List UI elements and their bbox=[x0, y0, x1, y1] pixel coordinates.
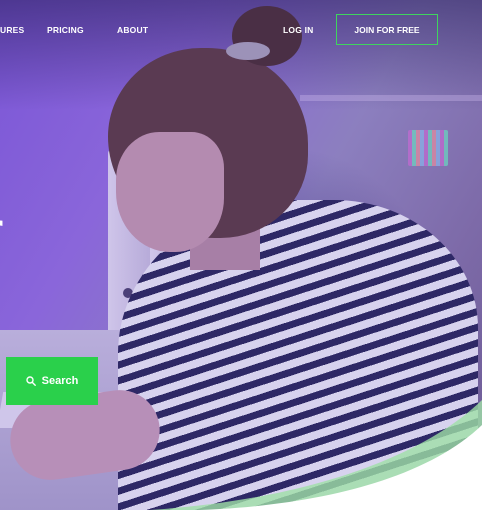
search-button[interactable]: Search bbox=[6, 357, 98, 405]
person-scrunchie bbox=[226, 42, 270, 60]
nav-link-pricing[interactable]: PRICING bbox=[47, 25, 84, 35]
person-face bbox=[116, 132, 224, 252]
search-icon bbox=[25, 376, 36, 386]
nav-link-about[interactable]: ABOUT bbox=[117, 25, 148, 35]
background-shelf bbox=[300, 95, 482, 101]
nav-link-login[interactable]: LOG IN bbox=[283, 25, 313, 35]
hero-headline-fragment: r bbox=[0, 208, 3, 252]
search-button-label: Search bbox=[41, 375, 79, 387]
background-pens bbox=[408, 130, 448, 166]
nav-link-features[interactable]: URES bbox=[0, 25, 24, 35]
bottom-wave-divider bbox=[150, 400, 482, 510]
hero-section: URES PRICING ABOUT LOG IN JOIN FOR FREE … bbox=[0, 0, 482, 510]
join-for-free-button[interactable]: JOIN FOR FREE bbox=[336, 14, 438, 45]
